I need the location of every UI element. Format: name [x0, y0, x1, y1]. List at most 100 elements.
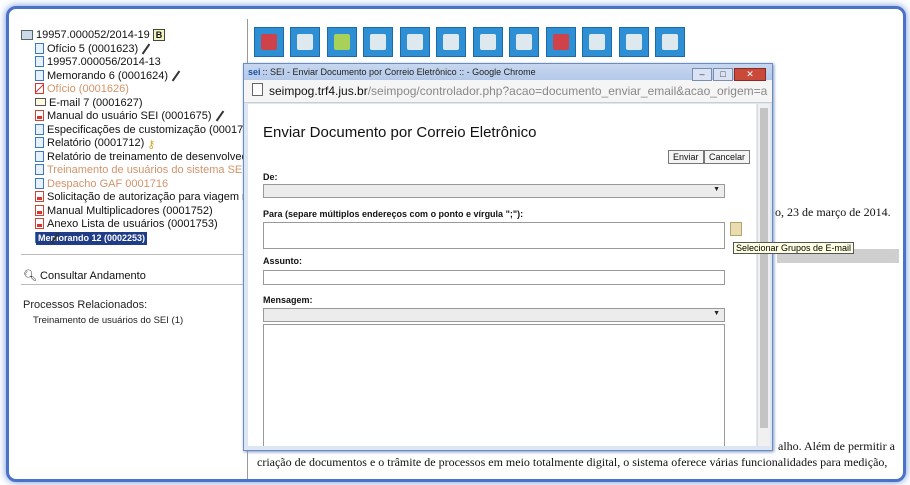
divider [21, 254, 243, 255]
new-document-icon[interactable] [582, 27, 613, 57]
tooltip: Selecionar Grupos de E-mail [733, 242, 855, 254]
related-processes: Processos Relacionados: Treinamento de u… [23, 299, 183, 326]
books-icon[interactable] [509, 27, 540, 57]
email-groups-icon[interactable] [730, 222, 742, 236]
message-template-select[interactable] [263, 308, 725, 322]
page-icon [252, 83, 263, 96]
consult-label: Consultar Andamento [40, 270, 146, 282]
maximize-icon[interactable]: □ [713, 68, 733, 81]
email-icon [35, 97, 46, 106]
tree-item[interactable]: Manual do usuário SEI (0001675) [21, 110, 251, 124]
print-icon[interactable] [436, 27, 467, 57]
tree-item-label: Treinamento de usuários do sistema SEI [47, 164, 246, 176]
tree-item-label: Memorando 6 (0001624) [47, 69, 169, 82]
related-item[interactable]: Treinamento de usuários do SEI (1) [23, 315, 183, 326]
from-label: De: [263, 172, 278, 182]
tree-root-label: 19957.000052/2014-19 [36, 29, 150, 41]
tree-item[interactable]: Treinamento de usuários do sistema SEI [21, 164, 251, 178]
message-textarea[interactable] [263, 324, 725, 446]
scrollbar-thumb[interactable] [760, 108, 768, 428]
tree-item-label: Relatório (0001712) [47, 137, 145, 149]
tree-item-label: E-mail 7 (0001627) [49, 96, 143, 109]
subject-input[interactable] [263, 270, 725, 285]
document-date: o, 23 de março de 2014. [775, 205, 891, 219]
signature-pen-icon [141, 44, 151, 54]
send-button[interactable]: Enviar [668, 150, 704, 164]
document-icon [35, 69, 44, 81]
email-popup-window: sei:: SEI - Enviar Documento por Correio… [243, 63, 773, 451]
tree-item-label: 19957.000056/2014-13 [47, 56, 161, 68]
tree-item[interactable]: Relatório (0001712) ⚷ [21, 137, 251, 151]
document-paragraph-line: criação de documentos e o trâmite de pro… [257, 455, 888, 469]
toolbar [254, 27, 687, 59]
send-process-icon[interactable] [254, 27, 284, 57]
consult-link[interactable]: 🔍︎ Consultar Andamento [23, 269, 146, 282]
tree-item[interactable]: Relatório de treinamento de desenvolvec [21, 150, 251, 165]
document-icon [35, 137, 44, 148]
spreadsheet-icon [35, 123, 44, 135]
magnifier-icon: 🔍︎ [23, 270, 37, 282]
subject-label: Assunto: [263, 256, 302, 266]
block-badge: B [152, 29, 166, 41]
cancel-button[interactable]: Cancelar [704, 150, 751, 164]
tree-item[interactable]: Solicitação de autorização para viagem n [21, 191, 251, 205]
url-host: seimpog.trf4.jus.br [269, 84, 368, 98]
divider [21, 284, 243, 285]
tree-item-label: Despacho GAF 0001716 [47, 177, 169, 190]
tree-item-label: Anexo Lista de usuários (0001753) [47, 218, 218, 230]
minimize-icon[interactable]: – [692, 68, 712, 81]
process-icon [21, 30, 33, 40]
tree-item[interactable]: Ofício 5 (0001623) [21, 42, 251, 57]
to-textarea[interactable] [263, 222, 725, 249]
tree-item-label: Manual do usuário SEI (0001675) [47, 110, 212, 122]
tree-item-label: Solicitação de autorização para viagem n [47, 191, 249, 203]
globe-icon[interactable] [399, 27, 430, 57]
pdf-icon [35, 218, 44, 229]
copy-icon[interactable] [618, 27, 649, 57]
trash-icon[interactable] [654, 27, 685, 57]
email-icon[interactable] [363, 27, 394, 57]
document-icon [35, 150, 44, 162]
tree-item-label: Relatório de treinamento de desenvolvec [47, 150, 247, 163]
window-controls: – □ ✕ [691, 66, 766, 82]
tree-item-label: Manual Multiplicadores (0001752) [47, 204, 213, 217]
tree-item[interactable]: Despacho GAF 0001716 [21, 177, 251, 192]
document-icon [35, 164, 44, 175]
cancel-document-icon[interactable] [545, 27, 576, 57]
url-bar[interactable]: seimpog.trf4.jus.br/seimpog/controlador.… [244, 80, 772, 103]
document-icon [35, 42, 44, 54]
document-icon [35, 177, 44, 189]
cancelled-document-icon [35, 83, 44, 94]
tree-item-label: Ofício (0001626) [47, 83, 129, 95]
edit-icon[interactable] [472, 27, 503, 57]
close-icon[interactable]: ✕ [734, 68, 766, 81]
tree-item[interactable]: 19957.000056/2014-13 [21, 56, 251, 70]
tree-item-label: Especificações de customização (000171 [47, 123, 250, 136]
tree-item[interactable]: Ofício (0001626) [21, 83, 251, 97]
tree-item[interactable]: E-mail 7 (0001627) [21, 97, 251, 111]
tree-item[interactable]: Especificações de customização (000171 [21, 123, 251, 138]
url-path: /seimpog/controlador.php?acao=documento_… [367, 84, 768, 98]
tree-root[interactable]: 19957.000052/2014-19 B [21, 29, 251, 43]
message-label: Mensagem: [263, 295, 313, 305]
tree-item[interactable]: Memorando 6 (0001624) [21, 69, 251, 84]
tree-item-selected[interactable]: Memorando 12 (0002253) [21, 231, 251, 245]
assign-user-icon[interactable] [326, 27, 357, 57]
sign-icon[interactable] [290, 27, 321, 57]
process-tree: 19957.000052/2014-19 B Ofício 5 (0001623)… [21, 29, 251, 245]
key-icon: ⚷ [147, 139, 156, 151]
document-paragraph-line: alho. Além de permitir a [778, 439, 895, 453]
to-label: Para (separe múltiplos endereços com o p… [263, 209, 524, 219]
tree-item[interactable]: Anexo Lista de usuários (0001753) [21, 218, 251, 232]
from-select[interactable] [263, 184, 725, 198]
linked-process-icon [35, 56, 44, 67]
sei-logo: sei [248, 67, 261, 77]
related-title: Processos Relacionados: [23, 299, 148, 311]
popup-titlebar[interactable]: sei:: SEI - Enviar Documento por Correio… [244, 64, 772, 82]
pdf-icon [35, 110, 44, 121]
tree-item[interactable]: Manual Multiplicadores (0001752) [21, 204, 251, 219]
popup-scrollbar[interactable] [757, 104, 770, 446]
pdf-icon [35, 191, 44, 202]
tree-item-label: Ofício 5 (0001623) [47, 42, 139, 55]
popup-content: Enviar Documento por Correio Eletrônico … [248, 104, 756, 446]
